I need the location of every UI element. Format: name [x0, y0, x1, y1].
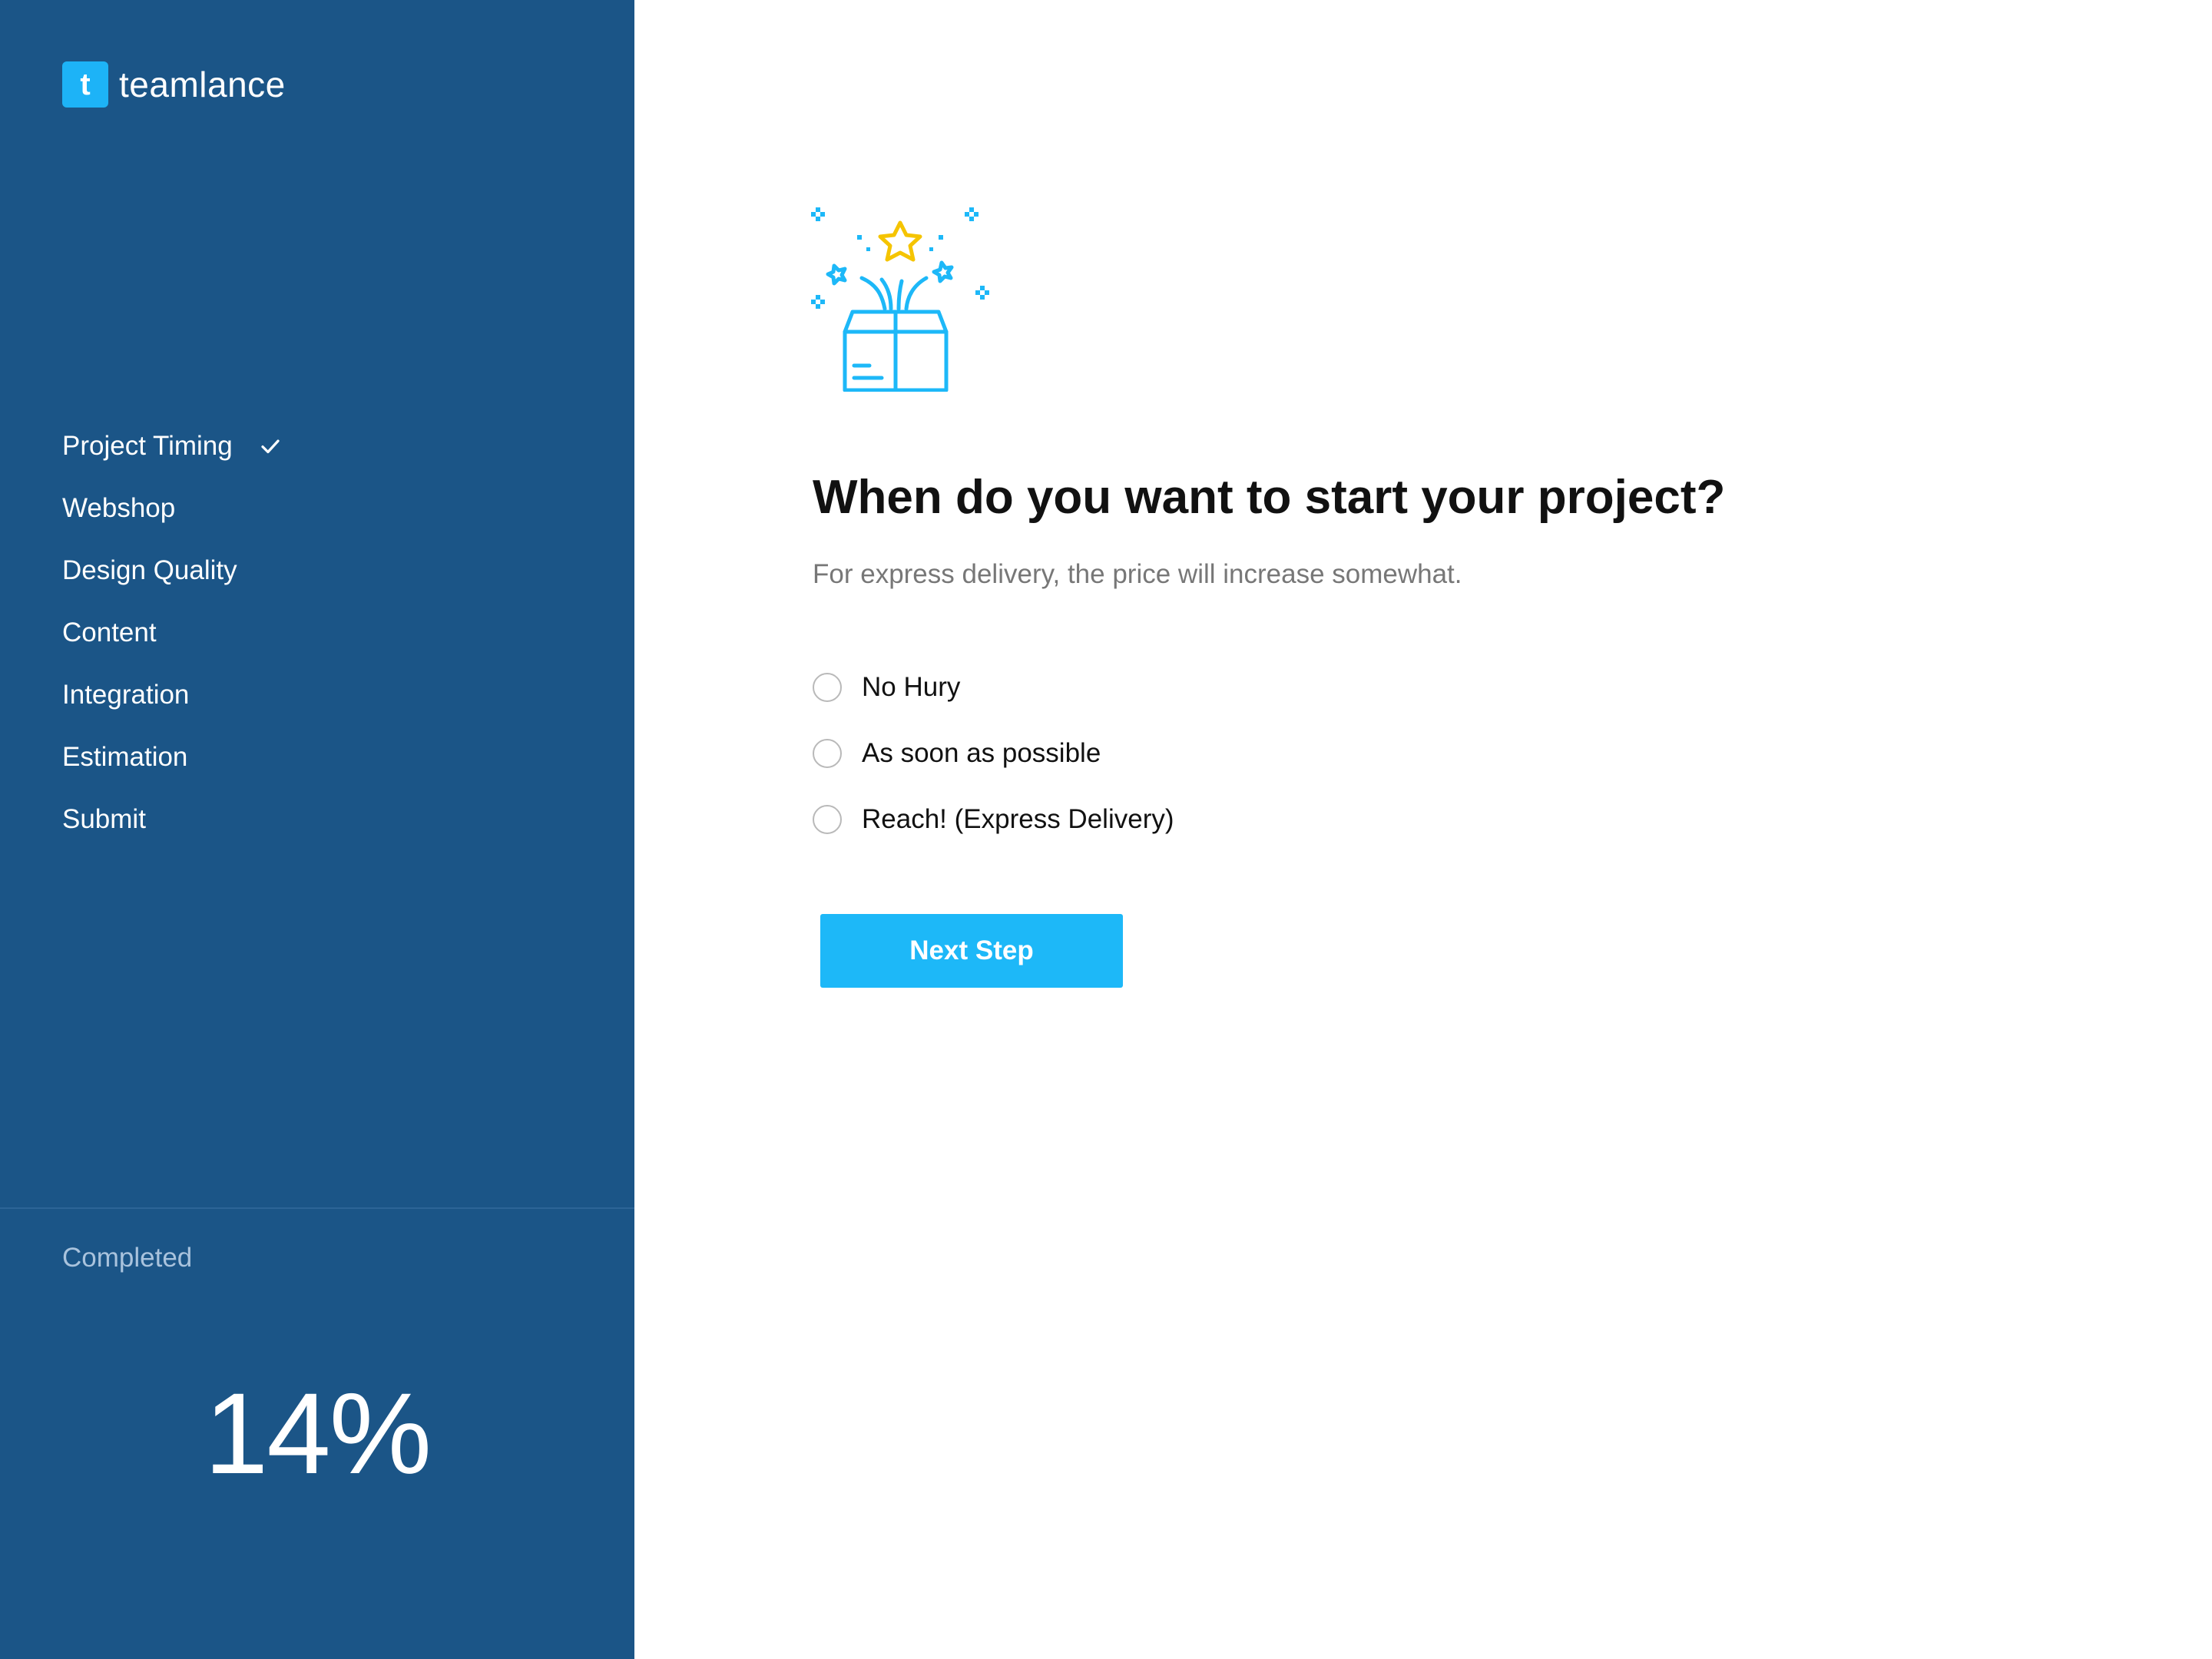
- radio-button[interactable]: [813, 805, 842, 834]
- sidebar-item-webshop[interactable]: Webshop: [62, 477, 282, 539]
- next-step-button[interactable]: Next Step: [820, 914, 1123, 988]
- logo-icon: t: [62, 61, 108, 108]
- sidebar-item-project-timing[interactable]: Project Timing: [62, 415, 282, 477]
- sidebar-item-estimation[interactable]: Estimation: [62, 726, 282, 788]
- steps-nav: Project Timing Webshop Design Quality Co…: [62, 415, 282, 850]
- option-express[interactable]: Reach! (Express Delivery): [813, 786, 1174, 853]
- sidebar-item-content[interactable]: Content: [62, 601, 282, 664]
- sidebar-item-submit[interactable]: Submit: [62, 788, 282, 850]
- gift-box-icon: [811, 207, 989, 392]
- sidebar-item-label: Content: [62, 617, 157, 647]
- option-label: As soon as possible: [862, 738, 1101, 768]
- page-subtitle: For express delivery, the price will inc…: [813, 559, 1462, 589]
- page-title: When do you want to start your project?: [813, 471, 1726, 524]
- sidebar-item-label: Webshop: [62, 492, 176, 523]
- sidebar-item-label: Project Timing: [62, 430, 233, 461]
- radio-button[interactable]: [813, 673, 842, 702]
- brand-name: teamlance: [119, 65, 286, 104]
- main-content: When do you want to start your project? …: [634, 0, 2212, 1659]
- sidebar: t teamlance Project Timing Webshop Desig…: [0, 0, 634, 1659]
- option-label: No Hury: [862, 672, 961, 702]
- option-no-hurry[interactable]: No Hury: [813, 654, 1174, 720]
- sidebar-item-label: Design Quality: [62, 555, 237, 585]
- completed-label: Completed: [62, 1243, 193, 1273]
- option-asap[interactable]: As soon as possible: [813, 720, 1174, 786]
- sidebar-item-label: Integration: [62, 679, 190, 710]
- option-label: Reach! (Express Delivery): [862, 804, 1174, 834]
- check-icon: [261, 439, 280, 453]
- sidebar-item-label: Estimation: [62, 741, 188, 772]
- sidebar-item-label: Submit: [62, 803, 146, 834]
- sidebar-item-integration[interactable]: Integration: [62, 664, 282, 726]
- completed-percent: 14%: [204, 1369, 432, 1498]
- sidebar-item-design-quality[interactable]: Design Quality: [62, 539, 282, 601]
- timing-options: No Hury As soon as possible Reach! (Expr…: [813, 654, 1174, 853]
- sidebar-divider: [0, 1207, 634, 1209]
- brand-logo[interactable]: t teamlance: [62, 61, 286, 108]
- radio-button[interactable]: [813, 739, 842, 768]
